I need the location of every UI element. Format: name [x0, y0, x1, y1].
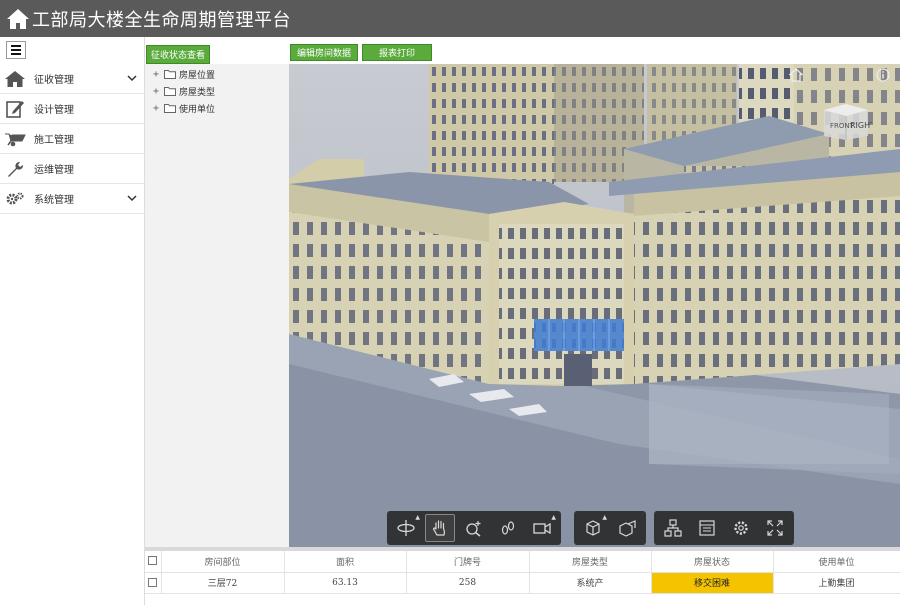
folder-icon: [164, 87, 176, 96]
walk-icon: [501, 521, 515, 535]
sidebar-item-expropriation[interactable]: 征收管理: [0, 64, 145, 94]
properties-button[interactable]: [692, 514, 722, 542]
zoom-icon: [466, 521, 481, 537]
tab-expropriation-status[interactable]: 征收状态查看: [146, 45, 210, 64]
cell-user-unit: 上勤集团: [773, 572, 900, 594]
info-icon[interactable]: [876, 68, 890, 82]
dropdown-indicator-icon: ▲: [602, 514, 607, 521]
dropdown-indicator-icon: ▲: [415, 514, 420, 521]
table-row[interactable]: 三层72 63.13 258 系统产 移交困难 上勤集团: [145, 572, 900, 594]
column-header[interactable]: 面积: [284, 551, 407, 573]
fullscreen-button[interactable]: [760, 514, 790, 542]
orbit-icon: [397, 520, 415, 536]
sidebar-item-label: 征收管理: [34, 75, 74, 86]
tree-node-label: 房屋类型: [179, 87, 216, 98]
camera-tool-button[interactable]: ▲: [527, 514, 557, 542]
view-cube[interactable]: FRONT RIGHT: [820, 98, 872, 142]
home-icon[interactable]: [6, 8, 30, 30]
select-all-checkbox[interactable]: [145, 551, 162, 573]
row-checkbox[interactable]: [145, 572, 162, 594]
settings-toolbar: [654, 511, 794, 545]
sidebar-item-label: 运维管理: [34, 165, 74, 176]
menu-toggle-button[interactable]: [6, 41, 26, 59]
properties-icon: [699, 520, 715, 536]
column-header[interactable]: 房间部位: [161, 551, 285, 573]
pan-icon: [432, 520, 445, 536]
expand-icon[interactable]: +: [151, 103, 161, 114]
sidebar-item-label: 系统管理: [34, 195, 74, 206]
chevron-down-icon[interactable]: [127, 193, 137, 203]
cell-house-type: 系统产: [529, 572, 652, 594]
section-icon: [619, 520, 636, 537]
column-header[interactable]: 门牌号: [406, 551, 530, 573]
cell-area: 63.13: [284, 572, 407, 594]
room-data-table: 房间部位 面积 门牌号 房屋类型 房屋状态 使用单位 三层72 63.13 25…: [145, 547, 900, 605]
building-model: [289, 64, 900, 547]
tree-node-label: 使用单位: [179, 104, 216, 115]
column-header[interactable]: 房屋状态: [651, 551, 774, 573]
cell-room-location: 三层72: [161, 572, 285, 594]
sidebar-item-label: 施工管理: [34, 135, 74, 146]
pan-tool-button[interactable]: [425, 514, 455, 542]
sidebar-item-label: 设计管理: [34, 105, 74, 116]
navigation-toolbar: ▲ ▲: [387, 511, 561, 545]
model-tree-button[interactable]: [658, 514, 688, 542]
report-print-button[interactable]: 报表打印: [362, 44, 432, 61]
folder-icon: [164, 104, 176, 113]
view-home-icon[interactable]: [789, 68, 803, 82]
sidebar-item-design[interactable]: 设计管理: [0, 94, 145, 124]
explode-icon: [586, 520, 600, 536]
sidebar-item-construction[interactable]: 施工管理: [0, 124, 145, 154]
model-toolbar: ▲: [574, 511, 646, 545]
dropdown-indicator-icon: ▲: [551, 514, 556, 521]
app-header: 工部局大楼全生命周期管理平台: [0, 0, 900, 37]
folder-icon: [164, 70, 176, 79]
edit-icon: [4, 99, 26, 119]
orbit-tool-button[interactable]: ▲: [391, 514, 421, 542]
tree-node-type[interactable]: + 房屋类型: [151, 83, 215, 99]
explode-tool-button[interactable]: ▲: [578, 514, 608, 542]
sidebar-menu: 征收管理 设计管理 施工管理 运维管理 系统管理: [0, 64, 145, 214]
tree-node-label: 房屋位置: [179, 70, 216, 81]
camera-icon: [533, 522, 551, 535]
fullscreen-icon: [767, 520, 783, 536]
wrench-icon: [4, 159, 26, 179]
zoom-tool-button[interactable]: [459, 514, 489, 542]
expand-icon[interactable]: +: [151, 69, 161, 80]
tree-node-location[interactable]: + 房屋位置: [151, 66, 215, 82]
status-badge: 移交困难: [651, 572, 774, 594]
gears-icon: [4, 189, 26, 209]
tree-panel: [145, 64, 289, 547]
table-header-row: 房间部位 面积 门牌号 房屋类型 房屋状态 使用单位: [145, 551, 900, 573]
expand-icon[interactable]: +: [151, 86, 161, 97]
column-header[interactable]: 使用单位: [773, 551, 900, 573]
cube-face-right-label: RIGHT: [850, 121, 872, 130]
bim-3d-viewport[interactable]: FRONT RIGHT ▲ ▲ ▲: [289, 64, 900, 547]
settings-button[interactable]: [726, 514, 756, 542]
sidebar-item-operations[interactable]: 运维管理: [0, 154, 145, 184]
chevron-down-icon[interactable]: [127, 73, 137, 83]
walk-tool-button[interactable]: [493, 514, 523, 542]
house-icon: [4, 69, 26, 89]
settings-icon: [734, 521, 748, 535]
model-tree-icon: [664, 519, 682, 537]
edit-room-data-button[interactable]: 编辑房间数据: [290, 44, 358, 61]
tree-node-unit[interactable]: + 使用单位: [151, 100, 215, 116]
column-header[interactable]: 房屋类型: [529, 551, 652, 573]
wheelbarrow-icon: [4, 129, 26, 149]
app-title: 工部局大楼全生命周期管理平台: [32, 9, 291, 31]
cell-door-number: 258: [406, 572, 530, 594]
sidebar-item-system[interactable]: 系统管理: [0, 184, 145, 214]
section-tool-button[interactable]: [612, 514, 642, 542]
